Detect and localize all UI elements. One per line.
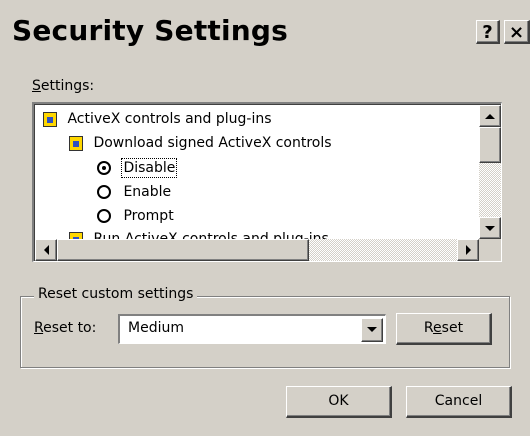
arrow-left-icon: [43, 245, 49, 255]
setting-icon: [69, 231, 83, 239]
settings-tree[interactable]: ActiveX controls and plug-ins Download s…: [32, 102, 502, 262]
dropdown-value: Medium: [128, 320, 184, 336]
radio-enable[interactable]: Enable: [97, 184, 171, 200]
close-button[interactable]: ×: [504, 20, 530, 44]
radio-icon: [97, 209, 111, 223]
vertical-scrollbar[interactable]: [479, 105, 501, 239]
arrow-right-icon: [465, 245, 471, 255]
settings-label: Settings:: [32, 78, 95, 94]
tree-setting-run-activex[interactable]: Run ActiveX controls and plug-ins: [69, 231, 329, 239]
radio-disable[interactable]: Disable: [97, 158, 178, 178]
window-title: Security Settings: [12, 14, 289, 47]
activex-icon: [43, 111, 57, 127]
arrow-down-icon: [485, 225, 495, 231]
reset-level-dropdown[interactable]: Medium: [118, 314, 386, 344]
scroll-right-button[interactable]: [457, 239, 479, 261]
tree-category-activex[interactable]: ActiveX controls and plug-ins: [43, 111, 272, 127]
reset-to-label: Reset to:: [34, 320, 97, 336]
horizontal-scroll-thumb[interactable]: [57, 239, 309, 261]
help-button[interactable]: ?: [476, 20, 500, 44]
tree-setting-download-signed[interactable]: Download signed ActiveX controls: [69, 135, 332, 151]
vertical-scroll-thumb[interactable]: [479, 127, 501, 163]
chevron-down-icon: [367, 326, 377, 332]
reset-group-legend: Reset custom settings: [34, 286, 198, 302]
dropdown-button[interactable]: [361, 318, 383, 342]
radio-icon: [97, 185, 111, 199]
scroll-left-button[interactable]: [35, 239, 57, 261]
horizontal-scrollbar[interactable]: [35, 239, 501, 261]
reset-button[interactable]: Reset: [396, 313, 492, 345]
scroll-up-button[interactable]: [479, 105, 501, 127]
ok-button[interactable]: OK: [286, 386, 392, 418]
cancel-button[interactable]: Cancel: [406, 386, 512, 418]
radio-prompt[interactable]: Prompt: [97, 208, 174, 224]
radio-selected-icon: [97, 161, 111, 175]
setting-icon: [69, 135, 83, 151]
scroll-down-button[interactable]: [479, 217, 501, 239]
arrow-up-icon: [485, 113, 495, 119]
scroll-corner: [479, 239, 501, 261]
